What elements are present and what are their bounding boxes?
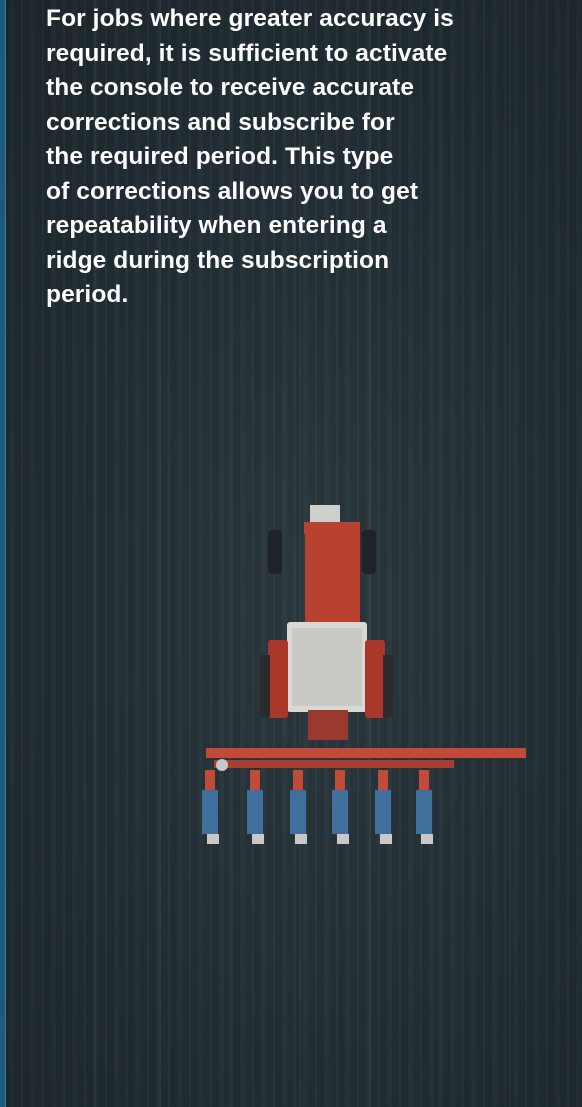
description-line: ridge during the subscription bbox=[46, 246, 390, 274]
tractor-field-screen: For jobs where greater accuracy is requi… bbox=[0, 0, 582, 1107]
description-line: required, it is sufficient to activate bbox=[46, 39, 448, 67]
description-line: the required period. This type bbox=[46, 143, 394, 170]
description-line: the console to receive accurate bbox=[46, 74, 415, 101]
description-line: corrections and subscribe for bbox=[46, 108, 395, 136]
description-paragraph: For jobs where greater accuracy is requi… bbox=[46, 2, 546, 313]
description-line: of corrections allows you to get bbox=[46, 177, 419, 205]
description-line: period. bbox=[46, 281, 129, 308]
description-line: For jobs where greater accuracy is bbox=[46, 5, 454, 32]
description-line: repeatability when entering a bbox=[46, 212, 387, 239]
